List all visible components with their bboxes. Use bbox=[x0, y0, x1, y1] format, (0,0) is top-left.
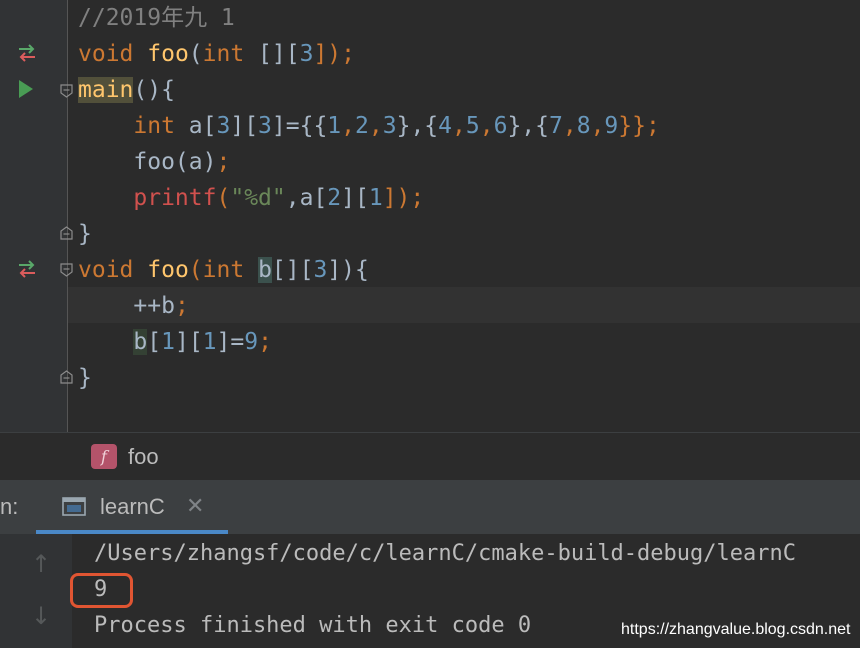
code-token: ]); bbox=[382, 185, 425, 211]
number-literal: 3 bbox=[313, 257, 328, 283]
keyword: void bbox=[78, 257, 134, 283]
number-literal: 4 bbox=[438, 113, 452, 139]
console-exit-line: Process finished with exit code 0 bbox=[94, 613, 532, 638]
comment-text: //2019年九 1 bbox=[78, 5, 235, 31]
tab-label[interactable]: learnC bbox=[100, 492, 165, 522]
code-line-4[interactable]: int a[3][3]={{1,2,3},{4,5,6},{7,8,9}}; bbox=[78, 108, 660, 144]
code-line-5[interactable]: foo(a); bbox=[78, 144, 230, 180]
number-literal: 3 bbox=[258, 113, 272, 139]
number-literal: 3 bbox=[299, 41, 314, 67]
number-literal: 7 bbox=[548, 113, 563, 139]
code-token: ++b bbox=[133, 293, 175, 319]
number-literal: 9 bbox=[244, 329, 259, 355]
code-line-3[interactable]: main(){ bbox=[78, 72, 175, 108]
number-literal: 5 bbox=[465, 113, 480, 139]
code-token: ( bbox=[216, 185, 231, 211]
code-token: foo(a) bbox=[133, 149, 217, 175]
run-icon[interactable] bbox=[14, 78, 36, 100]
string-literal: "%d" bbox=[230, 185, 286, 211]
code-token: ]={{ bbox=[271, 113, 328, 139]
scroll-down-icon[interactable]: ↓ bbox=[31, 602, 51, 630]
code-token: ][ bbox=[174, 329, 203, 355]
code-token: , bbox=[341, 113, 356, 139]
code-token: [][ bbox=[244, 41, 300, 67]
code-token: a[ bbox=[174, 113, 217, 139]
breadcrumb-function[interactable]: foo bbox=[128, 444, 159, 470]
code-token: } bbox=[78, 221, 92, 247]
code-token: ]){ bbox=[327, 257, 369, 283]
number-literal: 1 bbox=[368, 185, 383, 211]
function-name: main bbox=[78, 77, 134, 103]
code-token: [ bbox=[147, 329, 162, 355]
parameter-name: b bbox=[133, 329, 148, 355]
close-icon[interactable]: ✕ bbox=[186, 494, 204, 520]
number-literal: 1 bbox=[202, 329, 217, 355]
code-line-1[interactable]: //2019年九 1 bbox=[78, 0, 235, 36]
code-line-6[interactable]: printf("%d",a[2][1]); bbox=[78, 180, 424, 216]
implementation-arrows-icon[interactable] bbox=[16, 258, 38, 280]
fold-marker-icon[interactable] bbox=[60, 370, 73, 384]
code-line-8[interactable]: void foo(int b[][3]){ bbox=[78, 252, 369, 288]
number-literal: 1 bbox=[161, 329, 175, 355]
keyword: void bbox=[78, 41, 134, 67]
gutter-divider bbox=[67, 0, 68, 432]
parameter-name: b bbox=[258, 257, 272, 283]
code-token: , bbox=[562, 113, 577, 139]
function-name: printf bbox=[133, 185, 217, 211]
code-line-11[interactable]: } bbox=[78, 360, 92, 396]
editor-gutter bbox=[0, 0, 68, 432]
console-path-line: /Users/zhangsf/code/c/learnC/cmake-build… bbox=[94, 541, 796, 566]
number-literal: 2 bbox=[355, 113, 369, 139]
keyword: int bbox=[133, 113, 175, 139]
code-line-7[interactable]: } bbox=[78, 216, 92, 252]
number-literal: 8 bbox=[576, 113, 591, 139]
number-literal: 9 bbox=[604, 113, 619, 139]
code-token: ( bbox=[188, 257, 203, 283]
code-token: ,a[ bbox=[285, 185, 328, 211]
function-name: foo bbox=[147, 257, 189, 283]
number-literal: 2 bbox=[327, 185, 342, 211]
code-token: ; bbox=[258, 329, 272, 355]
code-token: ( bbox=[188, 41, 203, 67]
code-token: ][ bbox=[230, 113, 259, 139]
keyword: int bbox=[202, 257, 245, 283]
number-literal: 1 bbox=[327, 113, 342, 139]
number-literal: 6 bbox=[493, 113, 508, 139]
keyword: int bbox=[202, 41, 245, 67]
code-token: ]= bbox=[216, 329, 245, 355]
code-token: ]); bbox=[313, 41, 355, 67]
code-token: } bbox=[78, 365, 92, 391]
run-panel-title: n: bbox=[0, 494, 19, 519]
code-token: }}; bbox=[618, 113, 660, 139]
code-token: ][ bbox=[341, 185, 369, 211]
code-token: , bbox=[368, 113, 383, 139]
code-line-2[interactable]: void foo(int [][3]); bbox=[78, 36, 355, 72]
number-literal: 3 bbox=[382, 113, 397, 139]
scroll-up-icon[interactable]: ↑ bbox=[31, 550, 51, 578]
code-token: },{ bbox=[507, 113, 549, 139]
code-line-9[interactable]: ++b; bbox=[78, 288, 189, 324]
console-icon bbox=[62, 497, 86, 516]
code-token: ; bbox=[174, 293, 189, 319]
fold-marker-icon[interactable] bbox=[60, 84, 73, 98]
function-name: foo bbox=[147, 41, 189, 67]
number-literal: 3 bbox=[216, 113, 231, 139]
output-highlight-box bbox=[70, 573, 133, 608]
code-token: , bbox=[590, 113, 605, 139]
code-token: ; bbox=[216, 149, 231, 175]
fold-marker-icon[interactable] bbox=[60, 226, 73, 240]
code-token: },{ bbox=[396, 113, 439, 139]
code-token: (){ bbox=[133, 77, 175, 103]
function-badge-icon: f bbox=[91, 444, 117, 469]
code-line-10[interactable]: b[1][1]=9; bbox=[78, 324, 272, 360]
implementation-arrows-icon[interactable] bbox=[16, 42, 38, 64]
code-token: [][ bbox=[271, 257, 314, 283]
code-token: , bbox=[452, 113, 466, 139]
watermark: https://zhangvalue.blog.csdn.net bbox=[621, 621, 851, 638]
fold-marker-icon[interactable] bbox=[60, 263, 73, 277]
code-token: , bbox=[479, 113, 494, 139]
